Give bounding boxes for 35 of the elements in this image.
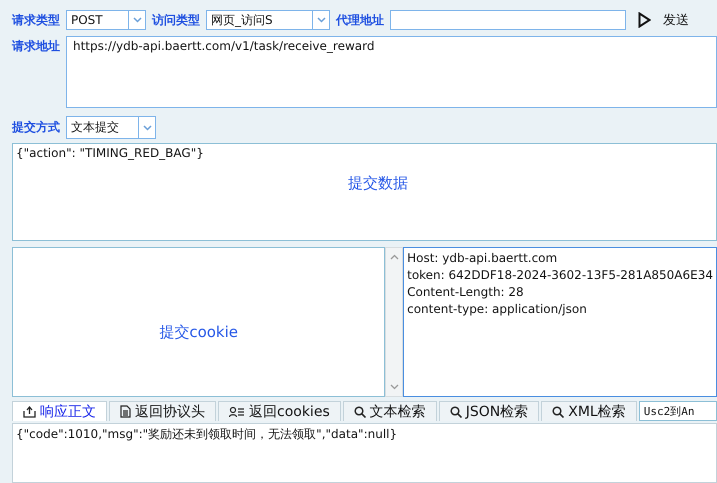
tab[interactable]: XML检索 (541, 401, 637, 421)
post-data-field[interactable]: {"action": "TIMING_RED_BAG"} 提交数据 (12, 143, 717, 241)
play-icon[interactable] (638, 12, 651, 28)
chevron-down-icon (316, 17, 326, 23)
upload-icon (23, 406, 36, 418)
cookie-field[interactable]: 提交cookie (12, 247, 386, 397)
tab[interactable]: 返回协议头 (109, 401, 216, 421)
scrollbar[interactable] (385, 247, 404, 397)
person-list-icon (229, 406, 245, 418)
tab[interactable]: 响应正文 (12, 401, 107, 421)
chevron-down-icon (142, 124, 152, 130)
send-button-label[interactable]: 发送 (663, 11, 689, 29)
search-icon (354, 406, 366, 418)
response-body: {"code":1010,"msg":"奖励还未到领取时间，无法领取","data":null} (12, 423, 717, 483)
field-label: 访问类型 (152, 12, 200, 28)
chevron-down-icon[interactable] (390, 384, 399, 390)
tab[interactable]: JSON检索 (438, 401, 540, 421)
search-icon (552, 406, 564, 418)
proxy-field[interactable] (390, 10, 626, 30)
field-label: 请求地址 (12, 38, 60, 55)
document-icon (120, 405, 131, 418)
convert-field[interactable]: Usc2到An (638, 401, 717, 421)
access-type-dropdown[interactable]: 网页_访问S (206, 10, 330, 30)
field-label: 请求类型 (12, 12, 60, 28)
submit-mode-dropdown[interactable]: 文本提交 (66, 116, 156, 139)
method-dropdown[interactable]: POST (66, 10, 146, 30)
search-icon (450, 406, 462, 418)
chevron-up-icon[interactable] (390, 254, 399, 260)
field-label: 代理地址 (336, 12, 384, 28)
headers-field[interactable]: Host: ydb-api.baertt.com token: 642DDF18-2024-3602-13F5-281A850A6E34 Content-Length: 28 content-type: application/json (403, 247, 717, 397)
chevron-down-icon (132, 17, 142, 23)
field-label: 提交方式 (12, 119, 60, 136)
tab[interactable]: 返回cookies (218, 401, 341, 421)
url-field[interactable]: https://ydb-api.baertt.com/v1/task/receive_reward (66, 36, 717, 108)
tab[interactable]: 文本检索 (342, 401, 437, 421)
